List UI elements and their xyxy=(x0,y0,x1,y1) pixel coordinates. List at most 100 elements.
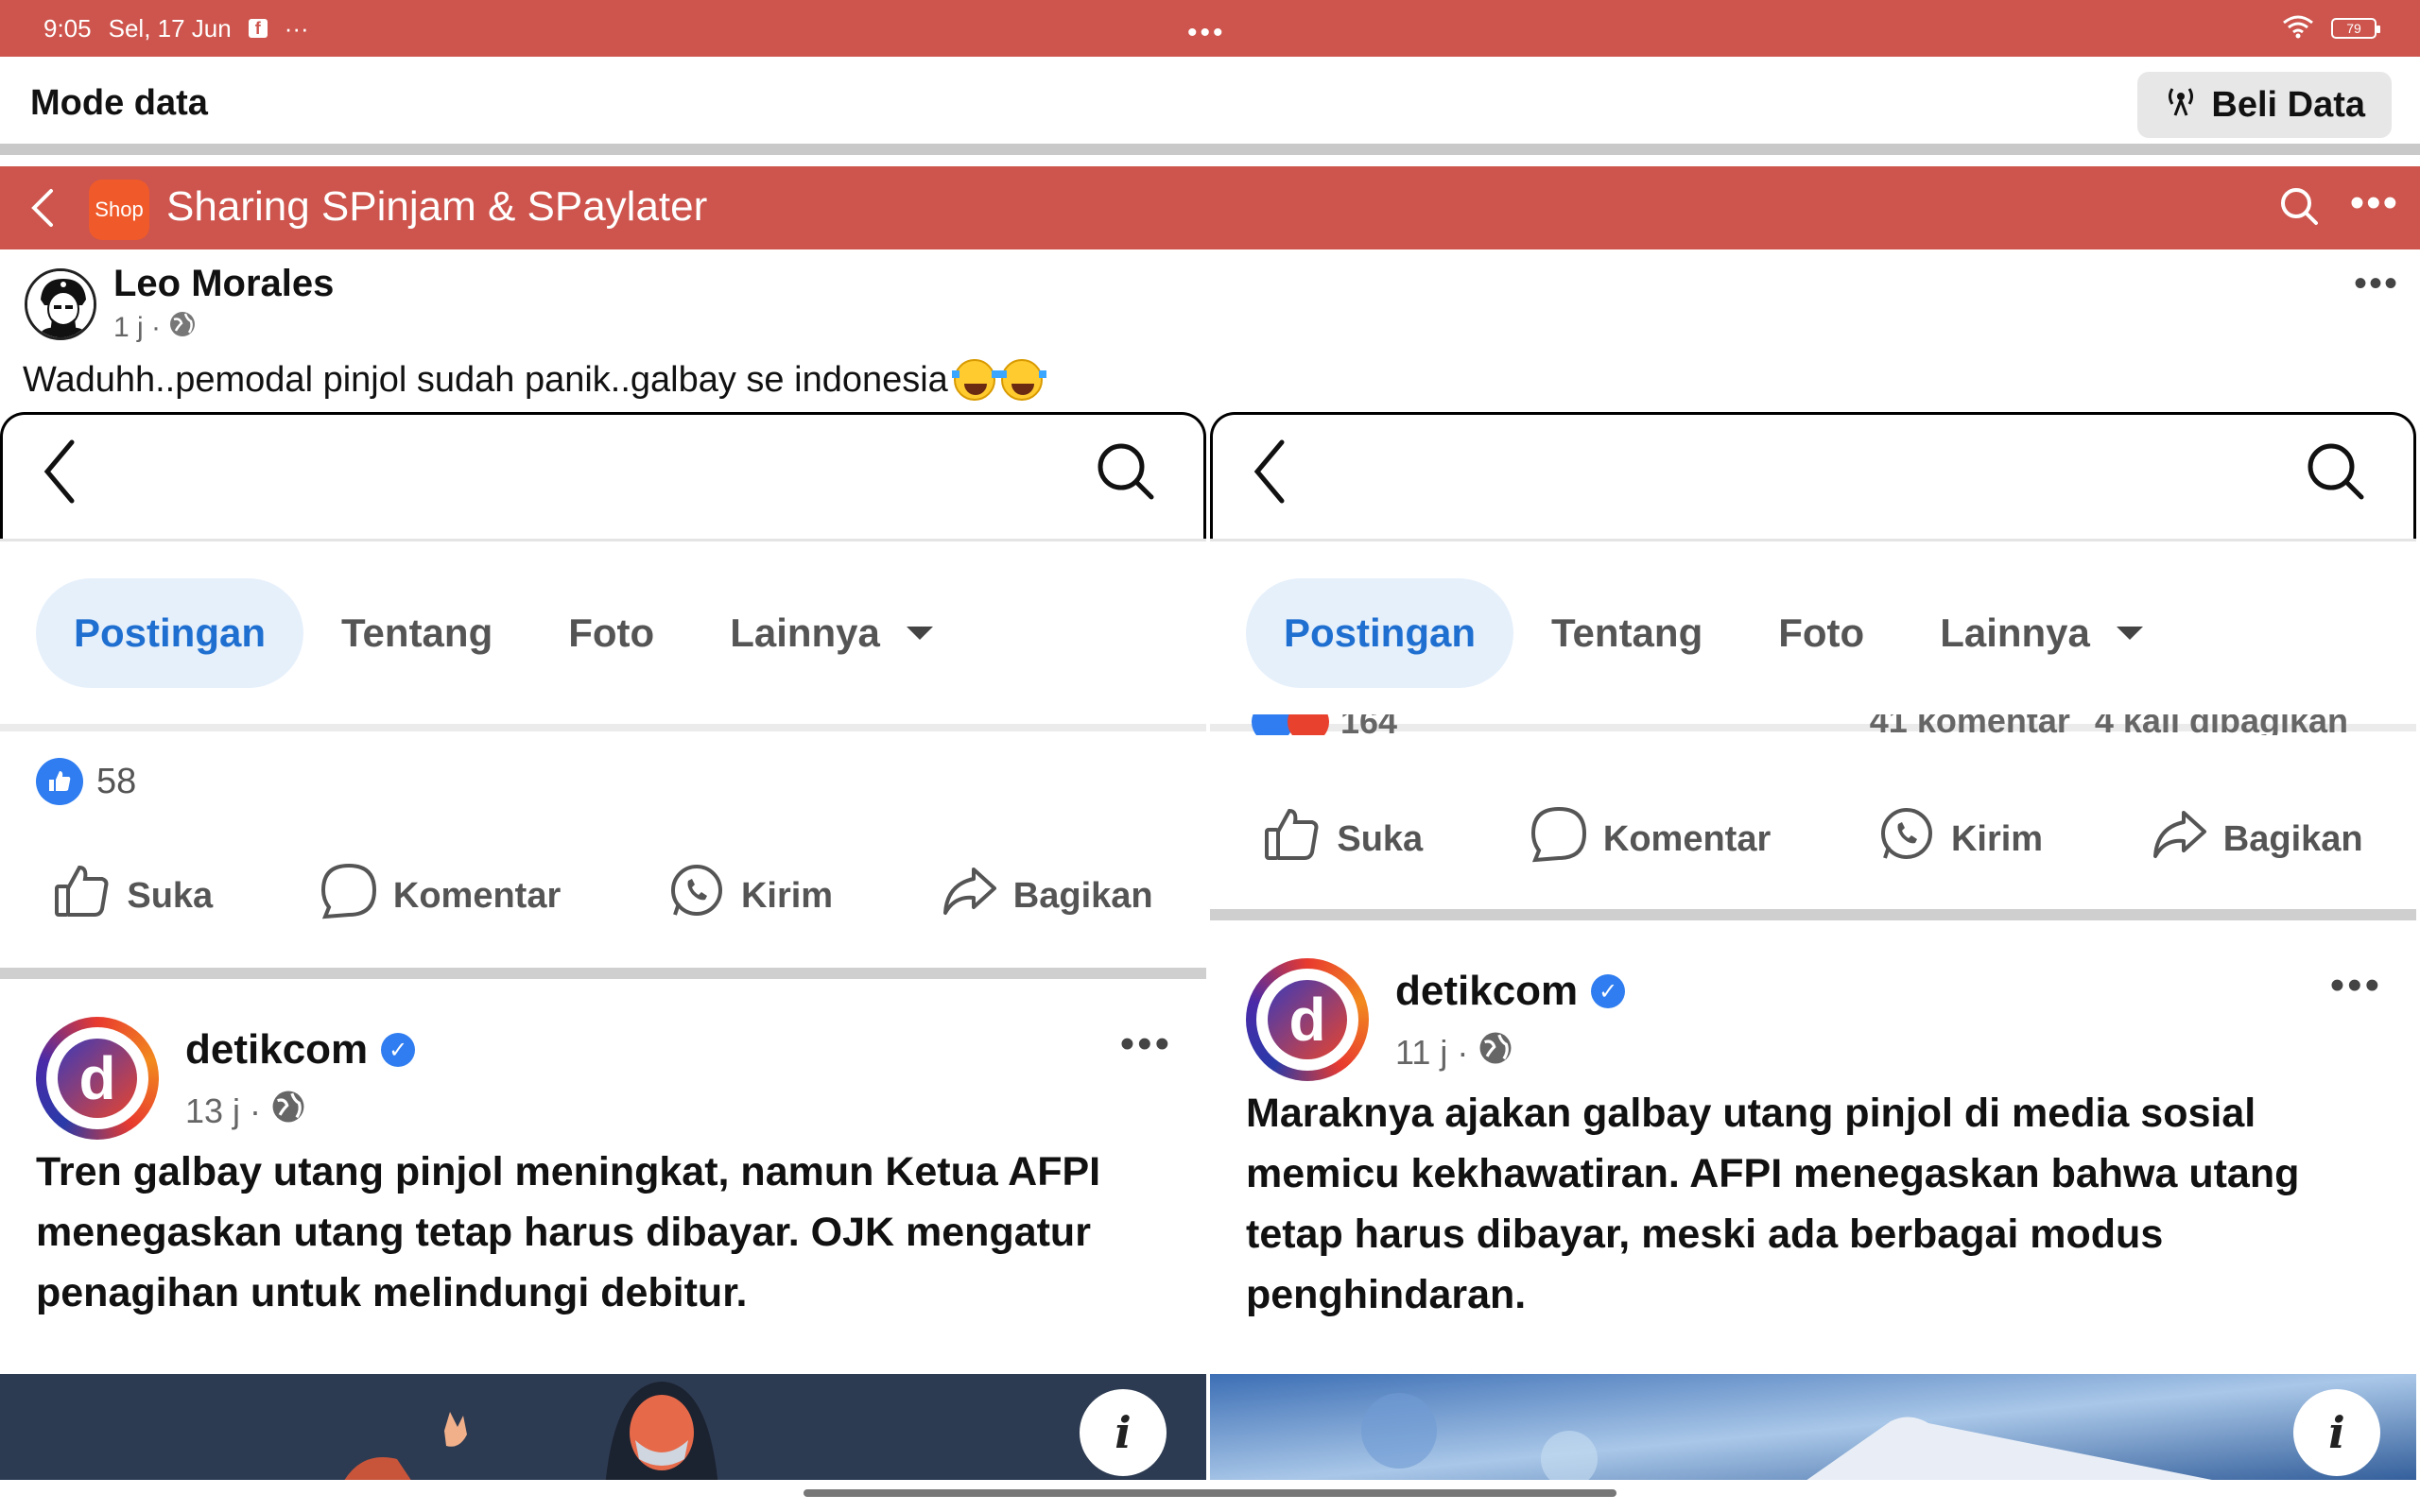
divider xyxy=(1210,909,2416,920)
profile-tabs: Postingan Tentang Foto Lainnya xyxy=(36,578,971,688)
page-meta: 11 j · xyxy=(1395,1030,1513,1074)
search-icon[interactable] xyxy=(2278,185,2320,232)
like-action: Suka xyxy=(1263,805,1423,873)
post-more-dots-icon: ••• xyxy=(1119,1021,1172,1067)
page-meta: 13 j · xyxy=(185,1089,306,1133)
post-media xyxy=(0,1374,1206,1480)
data-mode-bar: Mode data Beli Data xyxy=(0,57,2420,155)
divider xyxy=(0,724,1206,731)
post-media xyxy=(1210,1374,2416,1480)
laughing-tears-emoji-icon xyxy=(998,359,1046,401)
send-label: Kirim xyxy=(740,875,834,916)
group-logo[interactable]: Shop xyxy=(89,180,149,240)
tab-foto: Foto xyxy=(1778,610,1865,655)
status-bar: 9:05 Sel, 17 Jun f ··· ••• 79 xyxy=(0,0,2420,57)
tab-tentang: Tentang xyxy=(1551,610,1703,655)
more-dots-icon[interactable]: ••• xyxy=(2350,180,2399,227)
verified-badge-icon: ✓ xyxy=(381,1033,416,1067)
shot-top-frame xyxy=(0,412,1206,539)
whatsapp-icon xyxy=(1877,805,1936,873)
cut-share-count: 4 kali dibagikan xyxy=(2094,714,2348,735)
detikcom-logo-letter: d xyxy=(58,1039,137,1118)
group-logo-text: Shop xyxy=(95,198,144,221)
share-action: Bagikan xyxy=(940,862,1153,930)
comment-icon xyxy=(320,862,378,930)
post-more-dots-icon: ••• xyxy=(2329,962,2382,1008)
antenna-icon xyxy=(2164,83,2198,127)
search-icon xyxy=(2305,440,2367,507)
detikcom-logo: d xyxy=(1246,958,1369,1081)
shot-top-frame xyxy=(1210,412,2416,539)
thumbs-up-icon xyxy=(36,758,83,805)
globe-icon xyxy=(1478,1030,1513,1074)
globe-icon xyxy=(168,310,197,346)
home-indicator[interactable] xyxy=(804,1489,1616,1497)
post-text: Tren galbay utang pinjol meningkat, namu… xyxy=(36,1149,1101,1315)
chevron-left-icon xyxy=(1252,438,1289,509)
facebook-notification-icon: f xyxy=(248,19,268,38)
cut-reaction-count: 164 xyxy=(1340,714,1398,735)
send-label: Kirim xyxy=(1950,818,2044,859)
post-text: Waduhh..pemodal pinjol sudah panik..galb… xyxy=(23,359,1046,401)
cut-reaction-summary: 164 41 komentar 4 kali dibagikan xyxy=(1252,714,2386,735)
status-right: 79 xyxy=(2282,0,2380,57)
whatsapp-icon xyxy=(667,862,726,930)
send-action: Kirim xyxy=(667,862,833,930)
share-label: Bagikan xyxy=(2222,818,2363,859)
post-image-right[interactable]: Postingan Tentang Foto Lainnya 164 41 ko… xyxy=(1210,412,2416,1480)
wifi-icon xyxy=(2282,14,2314,43)
tab-lainnya-label: Lainnya xyxy=(730,610,880,655)
share-action: Bagikan xyxy=(2150,805,2363,873)
like-label: Suka xyxy=(1337,818,1424,859)
media-photo xyxy=(1210,1374,2416,1480)
page-name: detikcom ✓ xyxy=(1395,968,1626,1015)
page-name: detikcom ✓ xyxy=(185,1026,416,1074)
group-header: Shop Sharing SPinjam & SPaylater ••• xyxy=(0,166,2420,249)
page-time: 13 j · xyxy=(185,1091,262,1130)
thumbs-up-icon xyxy=(1263,805,1322,873)
page-name-label: detikcom xyxy=(185,1026,369,1073)
avatar[interactable] xyxy=(25,268,96,340)
chevron-left-icon[interactable] xyxy=(28,187,57,233)
post-text-content: Waduhh..pemodal pinjol sudah panik..galb… xyxy=(23,359,948,400)
caret-down-icon xyxy=(906,627,933,640)
info-icon: i xyxy=(2293,1389,2380,1476)
laughing-tears-emoji-icon xyxy=(951,359,999,401)
action-bar: Suka Komentar Kirim Bagikan xyxy=(1210,805,2416,873)
data-mode-title: Mode data xyxy=(30,83,208,123)
cut-comment-count: 41 komentar xyxy=(1869,714,2070,735)
group-title[interactable]: Sharing SPinjam & SPaylater xyxy=(166,183,707,231)
post-author[interactable]: Leo Morales xyxy=(113,263,334,305)
thumbs-up-icon xyxy=(53,862,112,930)
tab-postingan: Postingan xyxy=(1246,578,1514,688)
caret-down-icon xyxy=(2116,627,2143,640)
action-bar: Suka Komentar Kirim Bagikan xyxy=(0,862,1206,930)
share-icon xyxy=(940,862,998,930)
post-text: Maraknya ajakan galbay utang pinjol di m… xyxy=(1246,1091,2300,1317)
comment-label: Komentar xyxy=(392,875,562,916)
post-meta: 1 j · xyxy=(113,310,197,346)
multitask-dots-icon[interactable]: ••• xyxy=(1187,17,1226,49)
status-more-notifications: ··· xyxy=(284,13,309,43)
buy-data-button[interactable]: Beli Data xyxy=(2137,72,2392,138)
comment-action: Komentar xyxy=(320,862,561,930)
divider xyxy=(1210,539,2416,541)
status-time: 9:05 xyxy=(43,13,92,43)
tab-tentang: Tentang xyxy=(341,610,493,655)
detikcom-logo: d xyxy=(36,1017,159,1140)
tab-foto: Foto xyxy=(568,610,655,655)
angry-reaction-icon xyxy=(1288,714,1329,735)
tab-postingan: Postingan xyxy=(36,578,304,688)
status-left: 9:05 Sel, 17 Jun f ··· xyxy=(43,0,309,57)
profile-tabs: Postingan Tentang Foto Lainnya xyxy=(1246,578,2181,688)
tab-lainnya-label: Lainnya xyxy=(1940,610,2090,655)
share-label: Bagikan xyxy=(1012,875,1153,916)
battery-level: 79 xyxy=(2346,21,2361,36)
tab-lainnya: Lainnya xyxy=(1902,578,2181,688)
post-image-left[interactable]: Postingan Tentang Foto Lainnya 58 Suka K… xyxy=(0,412,1206,1480)
like-label: Suka xyxy=(127,875,214,916)
globe-icon xyxy=(270,1089,306,1133)
reaction-summary: 58 xyxy=(36,758,136,805)
comment-icon xyxy=(1530,805,1588,873)
post-more-dots-icon[interactable]: ••• xyxy=(2354,263,2399,305)
